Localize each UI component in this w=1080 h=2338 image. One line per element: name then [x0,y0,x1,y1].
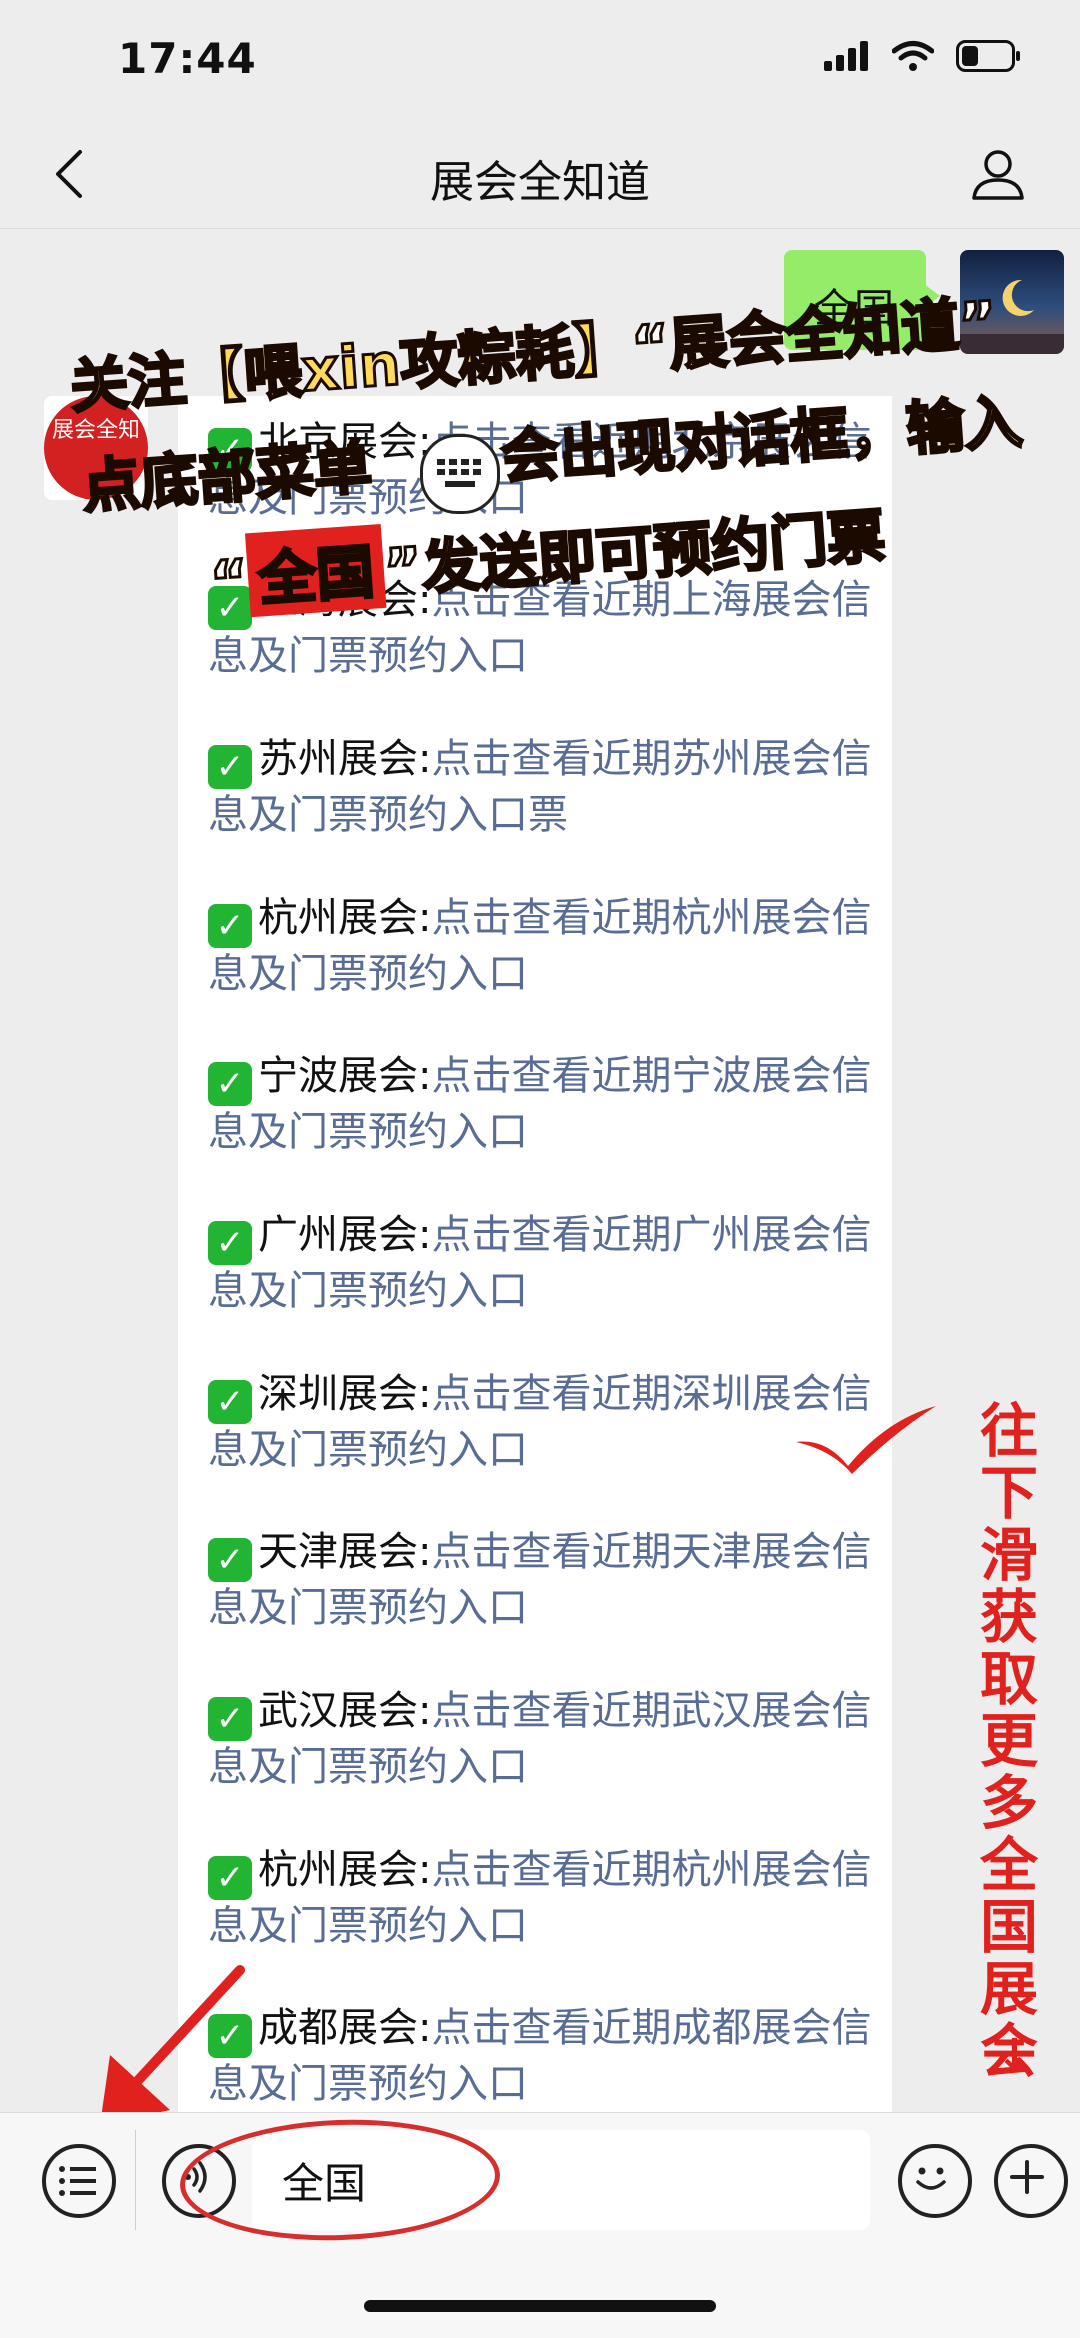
promo-keyword: 全国 [245,523,387,618]
page-title: 展会全知道 [430,157,650,208]
list-menu-icon [59,2166,96,2196]
checkmark-icon: ✓ [208,1062,252,1106]
list-item[interactable]: ✓ 杭州展会:点击查看近期杭州展会信息及门票预约入口 [208,892,878,1000]
checkmark-icon: ✓ [208,1380,252,1424]
checkmark-icon: ✓ [208,1538,252,1582]
list-item[interactable]: ✓ 广州展会:点击查看近期广州展会信息及门票预约入口 [208,1209,878,1317]
input-divider [135,2130,136,2230]
emoji-button[interactable] [898,2144,972,2218]
promo-follow-text: 关注 [66,343,189,422]
checkmark-icon: ✓ [208,1856,252,1900]
status-time: 17:44 [118,34,257,83]
wifi-icon [892,41,934,71]
menu-button[interactable] [42,2144,116,2218]
battery-icon [956,40,1020,72]
city-label: 深圳展会: [258,1371,432,1417]
promo-account-name: “展会全知道” [628,287,1001,383]
list-item[interactable]: ✓ 天津展会:点击查看近期天津展会信息及门票预约入口 [208,1526,878,1634]
city-label: 杭州展会: [258,895,432,941]
message-card: ✓北京展会:点击查看近期北京展会信息及门票预约入口 ✓上海展会:点击查看近期上海… [178,396,892,2112]
city-label: 杭州展会: [258,1847,432,1893]
keyboard-icon [420,434,500,514]
status-bar: 17:44 [0,0,1080,120]
plus-icon [1010,2160,1044,2194]
red-checkmark-icon [796,1406,936,1474]
city-label: 天津展会: [258,1529,432,1575]
person-icon[interactable] [968,144,1028,204]
city-label: 成都展会: [258,2005,432,2051]
list-item[interactable]: ✓ 成都展会:点击查看近期成都展会信息及门票预约入口 [208,2002,878,2110]
checkmark-icon: ✓ [208,1221,252,1265]
city-label: 武汉展会: [258,1688,432,1734]
home-indicator [364,2300,716,2312]
scroll-hint-text: 往下滑获取更多全国展会 [979,1397,1038,2085]
promo-quote-open: “ [206,545,252,618]
list-item[interactable]: ✓ 宁波展会:点击查看近期宁波展会信息及门票预约入口 [208,1050,878,1158]
list-item[interactable]: ✓ 杭州展会:点击查看近期杭州展会信息及门票预约入口 [208,1844,878,1952]
promo-quote-close: ” [380,533,426,606]
city-label: 苏州展会: [258,736,432,782]
cellular-signal-icon [824,41,868,71]
list-item[interactable]: ✓ 深圳展会:点击查看近期深圳展会信息及门票预约入口 [208,1368,878,1476]
down-arrow-icon: ↓ [996,2030,1033,2081]
smiley-icon [916,2167,946,2190]
list-item[interactable]: ✓ 武汉展会:点击查看近期武汉展会信息及门票预约入口 [208,1685,878,1793]
list-item[interactable]: ✓ 苏州展会:点击查看近期苏州展会信息及门票预约入口票 [208,733,878,841]
status-icons [824,40,1022,72]
city-label: 宁波展会: [258,1053,432,1099]
checkmark-icon: ✓ [208,745,252,789]
city-label: 广州展会: [258,1212,432,1258]
plus-button[interactable] [994,2144,1068,2218]
red-arrow-icon [100,1965,245,2125]
checkmark-icon: ✓ [208,904,252,948]
nav-bar: 展会全知道 [0,120,1080,229]
checkmark-icon: ✓ [208,1697,252,1741]
